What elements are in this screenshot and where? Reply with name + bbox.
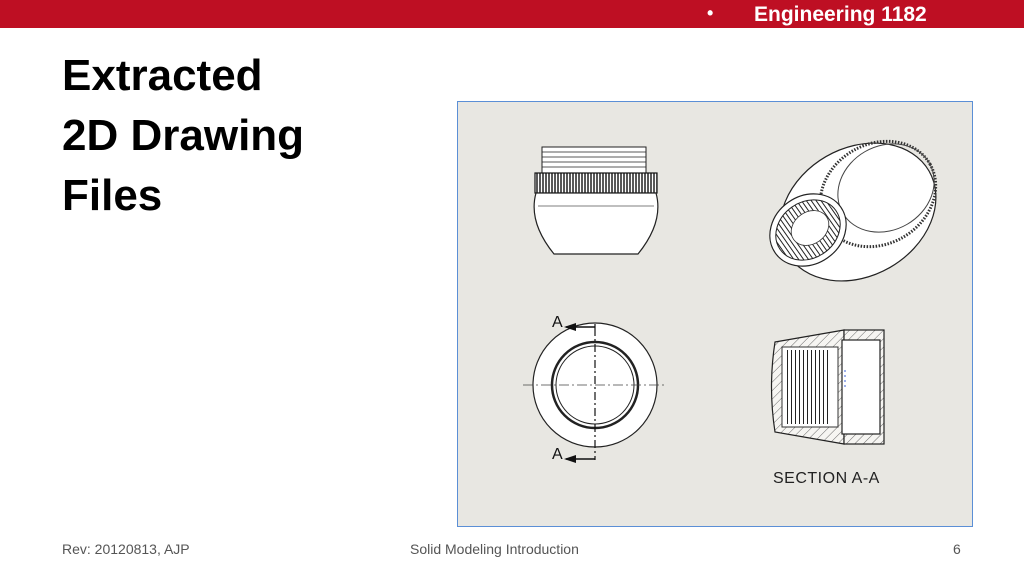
top-view [523, 322, 667, 463]
header-bullet: • [707, 3, 714, 23]
title-line-1: Extracted [62, 51, 263, 100]
section-marker-top: A [552, 314, 563, 331]
section-caption: SECTION A-A [773, 470, 880, 487]
title-line-2: 2D Drawing [62, 111, 305, 160]
isometric-view [769, 139, 938, 282]
title-line-3: Files [62, 171, 163, 220]
footer-title: Solid Modeling Introduction [410, 541, 579, 557]
front-view [533, 146, 659, 255]
header-bar: • Engineering 1182 [0, 0, 1024, 28]
footer-revision: Rev: 20120813, AJP [62, 541, 190, 557]
course-label: Engineering 1182 [754, 3, 927, 26]
page-number: 6 [953, 541, 961, 557]
slide-title: Extracted 2D Drawing Files [62, 46, 304, 226]
section-marker-bottom: A [552, 446, 563, 463]
drawing-svg [523, 139, 938, 463]
drawing-sheet: A A SECTION A-A [457, 101, 973, 527]
section-view [770, 329, 885, 445]
